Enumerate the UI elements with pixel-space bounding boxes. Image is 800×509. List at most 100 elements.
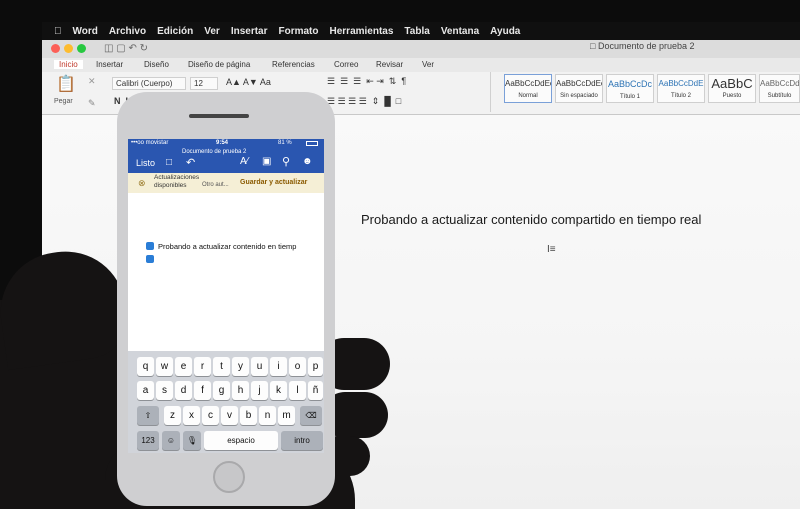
style-subtitulo[interactable]: AaBbCcDdE Subtítulo — [759, 74, 800, 103]
dismiss-banner-icon[interactable]: ⊗ — [138, 178, 146, 189]
style-normal[interactable]: AaBbCcDdEe Normal — [504, 74, 552, 103]
key-a[interactable]: a — [137, 381, 154, 400]
menu-insertar[interactable]: Insertar — [231, 26, 268, 37]
window-doc-title: □ Documento de prueba 2 — [590, 41, 695, 51]
tab-insertar[interactable]: Insertar — [96, 60, 123, 69]
menu-herramientas[interactable]: Herramientas — [330, 26, 394, 37]
space-key[interactable]: espacio — [204, 431, 278, 450]
tab-inicio[interactable]: Inicio — [54, 60, 83, 69]
key-r[interactable]: r — [194, 357, 211, 376]
tab-referencias[interactable]: Referencias — [272, 60, 315, 69]
close-window-button[interactable] — [51, 44, 60, 53]
document-body-text[interactable]: Probando a actualizar contenido comparti… — [361, 212, 701, 227]
ribbon-tabs: Inicio Insertar Diseño Diseño de página … — [42, 58, 800, 72]
style-subtitulo-preview: AaBbCcDdE — [760, 79, 799, 88]
quick-access-icons[interactable]: ◫ ▢ ↶ ↻ — [104, 43, 148, 54]
ios-keyboard: q w e r t y u i o p a s d f g h j k l ñ … — [128, 351, 324, 453]
battery-icon — [306, 141, 318, 146]
minimize-window-button[interactable] — [64, 44, 73, 53]
battery-text: 81 % — [278, 140, 292, 146]
key-h[interactable]: h — [232, 381, 249, 400]
paste-icon[interactable]: 📋 — [56, 74, 76, 94]
key-j[interactable]: j — [251, 381, 268, 400]
key-g[interactable]: g — [213, 381, 230, 400]
phone-doc-title: Documento de prueba 2 — [182, 149, 247, 155]
style-titulo-2-preview: AaBbCcDdE — [658, 79, 704, 88]
key-i[interactable]: i — [270, 357, 287, 376]
key-n[interactable]: n — [259, 406, 276, 425]
share-people-icon[interactable]: ☻ — [302, 156, 313, 167]
menu-ayuda[interactable]: Ayuda — [490, 26, 520, 37]
font-name-select[interactable]: Calibri (Cuerpo) — [112, 77, 186, 90]
menu-ventana[interactable]: Ventana — [441, 26, 479, 37]
save-and-update-button[interactable]: Guardar y actualizar — [240, 179, 307, 186]
menu-word[interactable]: Word — [73, 26, 98, 37]
menu-edicion[interactable]: Edición — [157, 26, 193, 37]
key-q[interactable]: q — [137, 357, 154, 376]
style-sin-espaciado-name: Sin espaciado — [560, 93, 598, 99]
key-enye[interactable]: ñ — [308, 381, 323, 400]
return-key[interactable]: intro — [281, 431, 323, 450]
ios-status-bar: •••oo movistar 9:54 81 % — [128, 139, 324, 149]
backspace-key[interactable]: ⌫ — [300, 406, 322, 425]
key-p[interactable]: p — [308, 357, 323, 376]
coauthor-marker-icon — [146, 242, 154, 250]
key-z[interactable]: z — [164, 406, 181, 425]
style-sin-espaciado[interactable]: AaBbCcDdEe Sin espaciado — [555, 74, 603, 103]
cut-icon[interactable]: ✕ — [88, 76, 96, 87]
style-titulo-2[interactable]: AaBbCcDdE Título 2 — [657, 74, 705, 103]
style-titulo-1[interactable]: AaBbCcDc Título 1 — [606, 74, 654, 103]
file-icon[interactable]: □ — [166, 157, 172, 168]
key-d[interactable]: d — [175, 381, 192, 400]
zoom-window-button[interactable] — [77, 44, 86, 53]
menu-ver[interactable]: Ver — [204, 26, 220, 37]
key-v[interactable]: v — [221, 406, 238, 425]
key-f[interactable]: f — [194, 381, 211, 400]
style-normal-name: Normal — [518, 93, 538, 99]
style-puesto[interactable]: AaBbC Puesto — [708, 74, 756, 103]
shift-key[interactable]: ⇧ — [137, 406, 159, 425]
key-t[interactable]: t — [213, 357, 230, 376]
key-w[interactable]: w — [156, 357, 173, 376]
tab-revisar[interactable]: Revisar — [376, 60, 403, 69]
key-m[interactable]: m — [278, 406, 295, 425]
updates-banner: ⊗ Actualizaciones disponibles Otro aut..… — [128, 173, 324, 193]
emoji-key[interactable]: ☺ — [162, 431, 180, 450]
key-u[interactable]: u — [251, 357, 268, 376]
menu-tabla[interactable]: Tabla — [404, 26, 429, 37]
numbers-key[interactable]: 123 — [137, 431, 159, 450]
key-e[interactable]: e — [175, 357, 192, 376]
word-mobile-toolbar: Documento de prueba 2 Listo □ ↶ A⁄ ▣ ⚲ ☻ — [128, 149, 324, 173]
menu-archivo[interactable]: Archivo — [109, 26, 146, 37]
format-painter-icon[interactable]: ✎ — [88, 98, 96, 109]
microphone-icon[interactable]: 🎙 — [183, 431, 201, 450]
insert-icon[interactable]: ▣ — [262, 156, 271, 167]
tab-ver[interactable]: Ver — [422, 60, 434, 69]
grow-shrink-font-icons[interactable]: A▲ A▼ Aa — [226, 77, 271, 87]
phone-body-text[interactable]: Probando a actualizar contenido en tiemp — [158, 242, 296, 251]
key-l[interactable]: l — [289, 381, 306, 400]
apple-icon[interactable]:  — [54, 26, 62, 37]
tab-diseno-pagina[interactable]: Diseño de página — [188, 60, 250, 69]
key-y[interactable]: y — [232, 357, 249, 376]
key-k[interactable]: k — [270, 381, 287, 400]
search-icon[interactable]: ⚲ — [282, 155, 290, 168]
key-s[interactable]: s — [156, 381, 173, 400]
tab-diseno[interactable]: Diseño — [144, 60, 169, 69]
key-c[interactable]: c — [202, 406, 219, 425]
format-icon[interactable]: A⁄ — [240, 156, 248, 167]
list-icons[interactable]: ☰ ☰ ☰ ⇤ ⇥ ⇅ ¶ — [327, 76, 406, 87]
key-x[interactable]: x — [183, 406, 200, 425]
style-titulo-1-name: Título 1 — [619, 94, 640, 100]
font-size-select[interactable]: 12 — [190, 77, 218, 90]
alignment-icons[interactable]: ☰ ☰ ☰ ☰ ⇕ █ □ — [327, 96, 401, 107]
menu-formato[interactable]: Formato — [279, 26, 319, 37]
key-b[interactable]: b — [240, 406, 257, 425]
undo-icon[interactable]: ↶ — [186, 156, 195, 169]
home-button[interactable] — [213, 461, 245, 493]
tab-correo[interactable]: Correo — [334, 60, 358, 69]
coauthor-marker-icon-2 — [146, 255, 154, 263]
banner-title: Actualizaciones disponibles — [154, 174, 200, 189]
key-o[interactable]: o — [289, 357, 306, 376]
done-button[interactable]: Listo — [136, 158, 155, 168]
